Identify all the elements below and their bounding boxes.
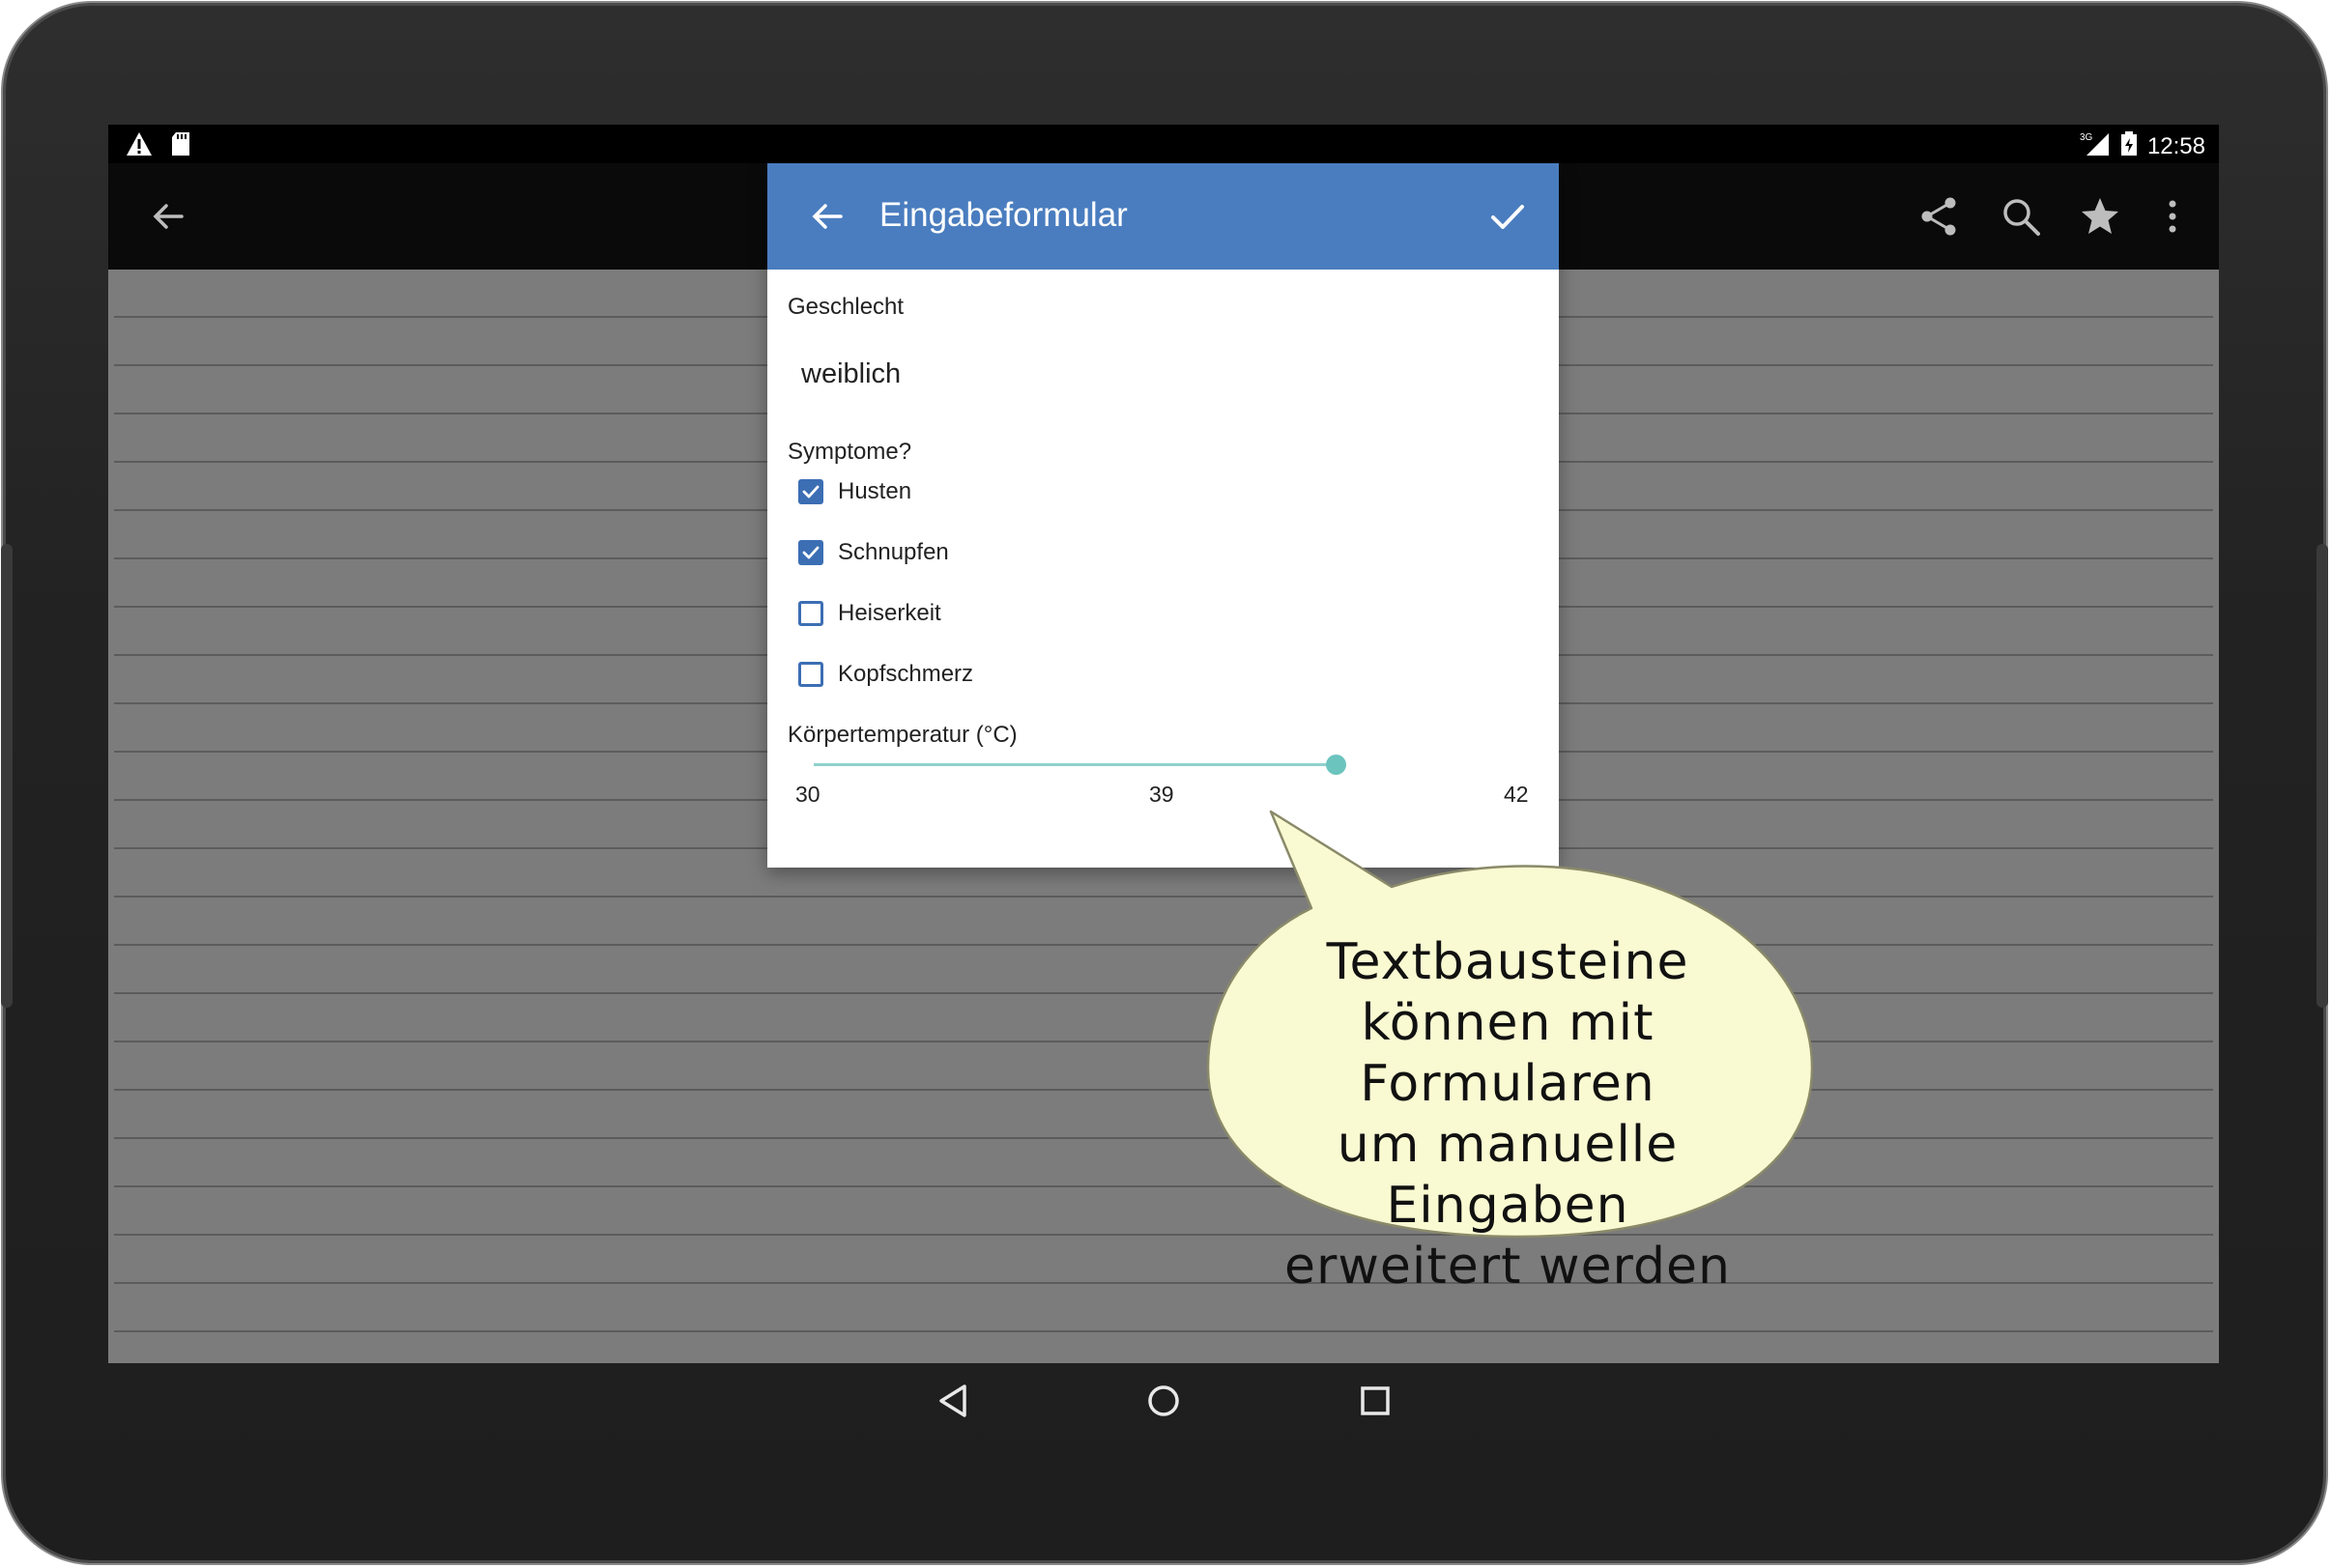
star-icon[interactable]	[2079, 195, 2121, 238]
input-form-dialog: Eingabeformular Geschlecht weiblich Symp…	[767, 163, 1559, 868]
navigation-bar	[108, 1363, 2219, 1440]
checkbox-label: Heiserkeit	[838, 600, 941, 626]
callout-text: Textbausteine können mit Formularen um m…	[1213, 932, 1802, 1297]
checkbox-checked-icon[interactable]	[798, 540, 823, 565]
dialog-title: Eingabeformular	[879, 196, 1128, 234]
checkbox-label: Husten	[838, 478, 912, 504]
gender-label: Geschlecht	[788, 294, 905, 320]
checkbox-schnupfen[interactable]: Schnupfen	[798, 533, 949, 572]
checkbox-label: Schnupfen	[838, 539, 949, 565]
checkbox-heiserkeit[interactable]: Heiserkeit	[798, 594, 941, 633]
slider-min-value: 30	[795, 782, 820, 807]
battery-icon	[2120, 131, 2138, 161]
nav-back-icon[interactable]	[930, 1377, 978, 1425]
callout-line: um manuelle Eingaben	[1337, 1116, 1679, 1235]
dialog-header: Eingabeformular	[767, 163, 1559, 270]
more-vert-icon[interactable]	[2151, 195, 2194, 238]
temperature-label: Körpertemperatur (°C)	[788, 722, 1018, 748]
dialog-back-arrow-icon[interactable]	[804, 193, 850, 240]
checkbox-unchecked-icon[interactable]	[798, 662, 823, 687]
warning-icon	[126, 131, 153, 161]
temperature-slider-track[interactable]	[814, 763, 1336, 766]
back-arrow-icon[interactable]	[147, 195, 189, 238]
status-time: 12:58	[2146, 132, 2205, 159]
temperature-slider-thumb[interactable]	[1326, 755, 1346, 775]
symptoms-label: Symptome?	[788, 439, 912, 465]
checkbox-label: Kopfschmerz	[838, 661, 974, 687]
share-icon[interactable]	[1917, 195, 1960, 238]
signal-icon: 3G	[2080, 131, 2111, 161]
checkbox-kopfschmerz[interactable]: Kopfschmerz	[798, 655, 973, 694]
nav-home-icon[interactable]	[1139, 1377, 1188, 1425]
status-bar: 3G 12:58	[108, 125, 2219, 163]
slider-current-value: 39	[1149, 782, 1174, 807]
search-icon[interactable]	[2000, 195, 2042, 238]
confirm-check-icon[interactable]	[1484, 193, 1531, 240]
callout-line: erweitert werden	[1284, 1238, 1731, 1296]
gender-value[interactable]: weiblich	[801, 358, 901, 390]
checkbox-husten[interactable]: Husten	[798, 472, 911, 511]
side-power-button	[2317, 544, 2328, 1008]
sd-card-icon	[170, 131, 191, 161]
svg-text:3G: 3G	[2080, 132, 2093, 143]
checkbox-checked-icon[interactable]	[798, 479, 823, 504]
checkbox-unchecked-icon[interactable]	[798, 601, 823, 626]
callout-line: können mit Formularen	[1360, 994, 1655, 1113]
callout-line: Textbausteine	[1326, 933, 1689, 991]
nav-recents-icon[interactable]	[1351, 1377, 1399, 1425]
side-volume-button	[1, 544, 13, 1008]
